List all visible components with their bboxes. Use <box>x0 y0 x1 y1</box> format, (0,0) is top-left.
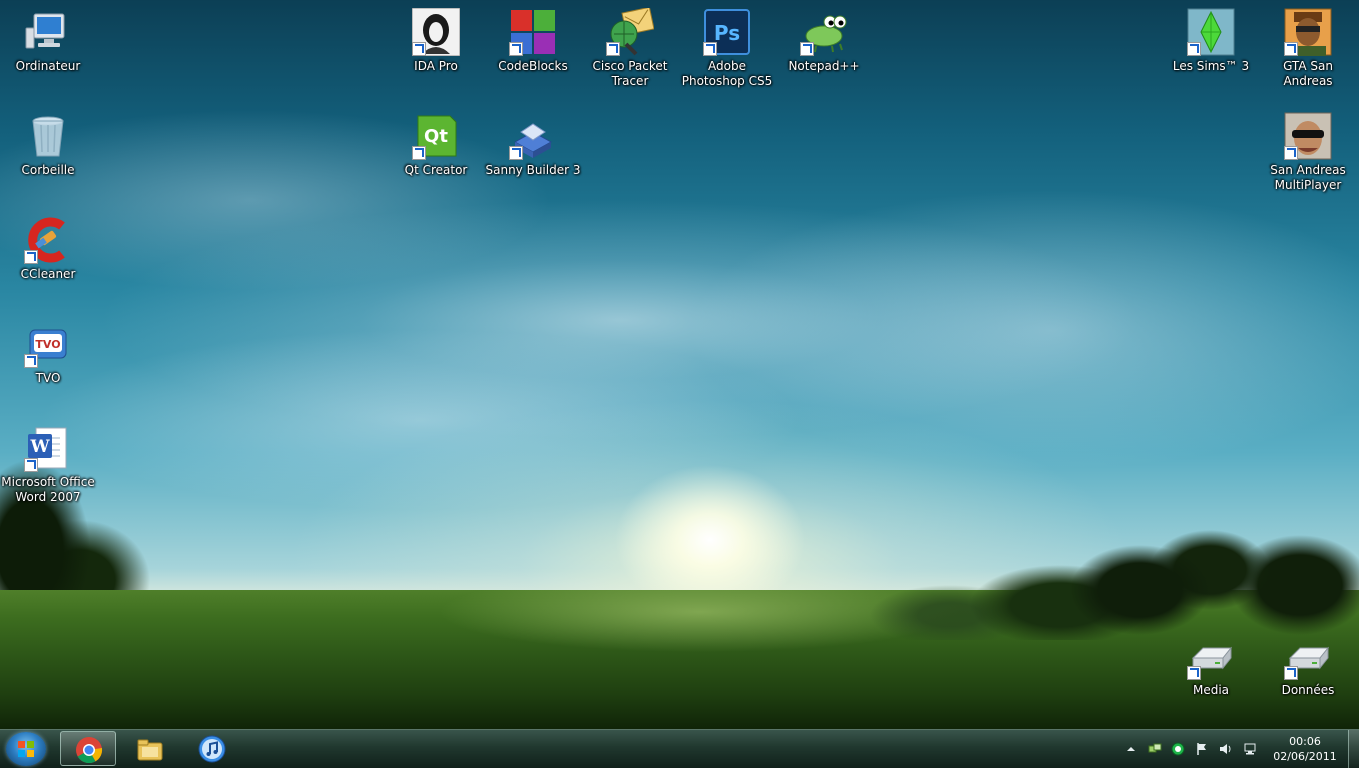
windows-logo-icon <box>18 741 34 757</box>
word-icon: W <box>24 424 72 472</box>
desktop-icon-gta-san-andreas[interactable]: GTA San Andreas <box>1260 2 1356 89</box>
desktop-icon-label: Sanny Builder 3 <box>485 163 581 177</box>
desktop-icon-donnees[interactable]: Données <box>1260 626 1356 698</box>
desktop-icon-label: IDA Pro <box>414 59 458 73</box>
chrome-icon <box>76 737 103 764</box>
desktop-icon-san-andreas-multiplayer[interactable]: San Andreas MultiPlayer <box>1260 106 1356 193</box>
desktop-icon-label: Notepad++ <box>788 59 860 73</box>
desktop-icon-label: Les Sims™ 3 <box>1172 59 1250 73</box>
taskbar-clock[interactable]: 00:06 02/06/2011 <box>1268 734 1342 764</box>
desktop-icon-photoshop[interactable]: Ps Adobe Photoshop CS5 <box>679 2 775 89</box>
desktop-icon-ordinateur[interactable]: Ordinateur <box>0 2 96 74</box>
desktop-icon-tvo[interactable]: TVO TVO <box>0 314 96 386</box>
desktop-icon-label: GTA San Andreas <box>1283 59 1333 88</box>
desktop-icon-corbeille[interactable]: Corbeille <box>0 106 96 178</box>
svg-text:TVO: TVO <box>35 338 60 351</box>
gta-san-andreas-icon <box>1284 8 1332 56</box>
sanny-builder-icon <box>509 112 557 160</box>
shortcut-arrow-icon <box>1284 42 1298 56</box>
sims-3-icon <box>1187 8 1235 56</box>
desktop-icon-label: Corbeille <box>21 163 75 177</box>
desktop-icon-ccleaner[interactable]: CCleaner <box>0 210 96 282</box>
desktop-icon-word[interactable]: W Microsoft Office Word 2007 <box>0 418 96 505</box>
desktop-icon-ida-pro[interactable]: IDA Pro <box>388 2 484 74</box>
desktop-icon-label: CCleaner <box>20 267 76 281</box>
svg-text:Ps: Ps <box>714 21 740 45</box>
desktop-icon-les-sims-3[interactable]: Les Sims™ 3 <box>1163 2 1259 74</box>
san-andreas-multiplayer-icon <box>1284 112 1332 160</box>
taskbar-button-explorer[interactable] <box>122 731 178 766</box>
clock-date: 02/06/2011 <box>1273 750 1337 763</box>
drive-icon <box>1284 632 1332 680</box>
shortcut-arrow-icon <box>1187 666 1201 680</box>
desktop-icon-label: Cisco Packet Tracer <box>592 59 668 88</box>
network-icon[interactable] <box>1243 742 1257 756</box>
codeblocks-icon <box>509 8 557 56</box>
shortcut-arrow-icon <box>24 458 38 472</box>
show-desktop-button[interactable] <box>1348 730 1359 768</box>
desktop-icon-label: Données <box>1281 683 1335 697</box>
notepad-plus-plus-icon <box>800 8 848 56</box>
ccleaner-icon <box>24 216 72 264</box>
clock-time: 00:06 <box>1289 735 1321 748</box>
desktop-icon-label: TVO <box>35 371 61 385</box>
wallpaper-trees-right <box>860 530 1359 640</box>
cisco-packet-tracer-icon <box>606 6 655 56</box>
desktop-icon-media[interactable]: Media <box>1163 626 1259 698</box>
shortcut-arrow-icon <box>24 250 38 264</box>
app-status-icon[interactable] <box>1171 742 1185 756</box>
shortcut-arrow-icon <box>412 42 426 56</box>
desktop-icon-qt-creator[interactable]: Qt Qt Creator <box>388 106 484 178</box>
volume-icon[interactable] <box>1219 742 1233 756</box>
desktop-icon-label: Microsoft Office Word 2007 <box>1 475 95 504</box>
qt-creator-icon: Qt <box>412 112 460 160</box>
taskbar-button-itunes[interactable] <box>184 731 240 766</box>
action-center-flag-icon[interactable] <box>1195 742 1209 756</box>
shortcut-arrow-icon <box>412 146 426 160</box>
desktop-icon-notepad-plus-plus[interactable]: Notepad++ <box>776 2 872 74</box>
shortcut-arrow-icon <box>800 42 814 56</box>
desktop-icon-label: Media <box>1192 683 1230 697</box>
shortcut-arrow-icon <box>1284 146 1298 160</box>
desktop-icon-cisco-packet-tracer[interactable]: Cisco Packet Tracer <box>582 2 678 89</box>
desktop-icon-label: Adobe Photoshop CS5 <box>681 59 773 88</box>
shortcut-arrow-icon <box>1187 42 1201 56</box>
desktop-wallpaper[interactable]: Ordinateur Corbeille CCleaner TVO TVO W … <box>0 0 1359 729</box>
desktop-icon-label: Qt Creator <box>404 163 468 177</box>
start-button[interactable] <box>6 732 46 766</box>
taskbar-button-chrome[interactable] <box>60 731 116 766</box>
drive-icon <box>1187 632 1235 680</box>
network-activity-icon[interactable] <box>1148 742 1162 756</box>
desktop-icon-label: San Andreas MultiPlayer <box>1270 163 1346 192</box>
desktop-icon-label: CodeBlocks <box>498 59 568 73</box>
svg-text:Qt: Qt <box>424 126 448 147</box>
ida-pro-icon <box>411 7 461 57</box>
svg-text:W: W <box>29 437 50 457</box>
desktop-icon-codeblocks[interactable]: CodeBlocks <box>485 2 581 74</box>
computer-icon <box>24 8 72 56</box>
show-hidden-icons-button[interactable] <box>1124 742 1138 756</box>
shortcut-arrow-icon <box>703 42 717 56</box>
recycle-bin-icon <box>24 112 72 160</box>
windows-explorer-icon <box>137 739 163 761</box>
photoshop-icon: Ps <box>703 8 751 56</box>
shortcut-arrow-icon <box>24 354 38 368</box>
shortcut-arrow-icon <box>1284 666 1298 680</box>
desktop-icon-label: Ordinateur <box>15 59 81 73</box>
tvo-icon: TVO <box>24 320 72 368</box>
desktop-icon-sanny-builder[interactable]: Sanny Builder 3 <box>485 106 581 178</box>
shortcut-arrow-icon <box>509 42 523 56</box>
shortcut-arrow-icon <box>509 146 523 160</box>
itunes-icon <box>198 735 226 763</box>
taskbar: 00:06 02/06/2011 <box>0 729 1359 768</box>
shortcut-arrow-icon <box>606 42 620 56</box>
